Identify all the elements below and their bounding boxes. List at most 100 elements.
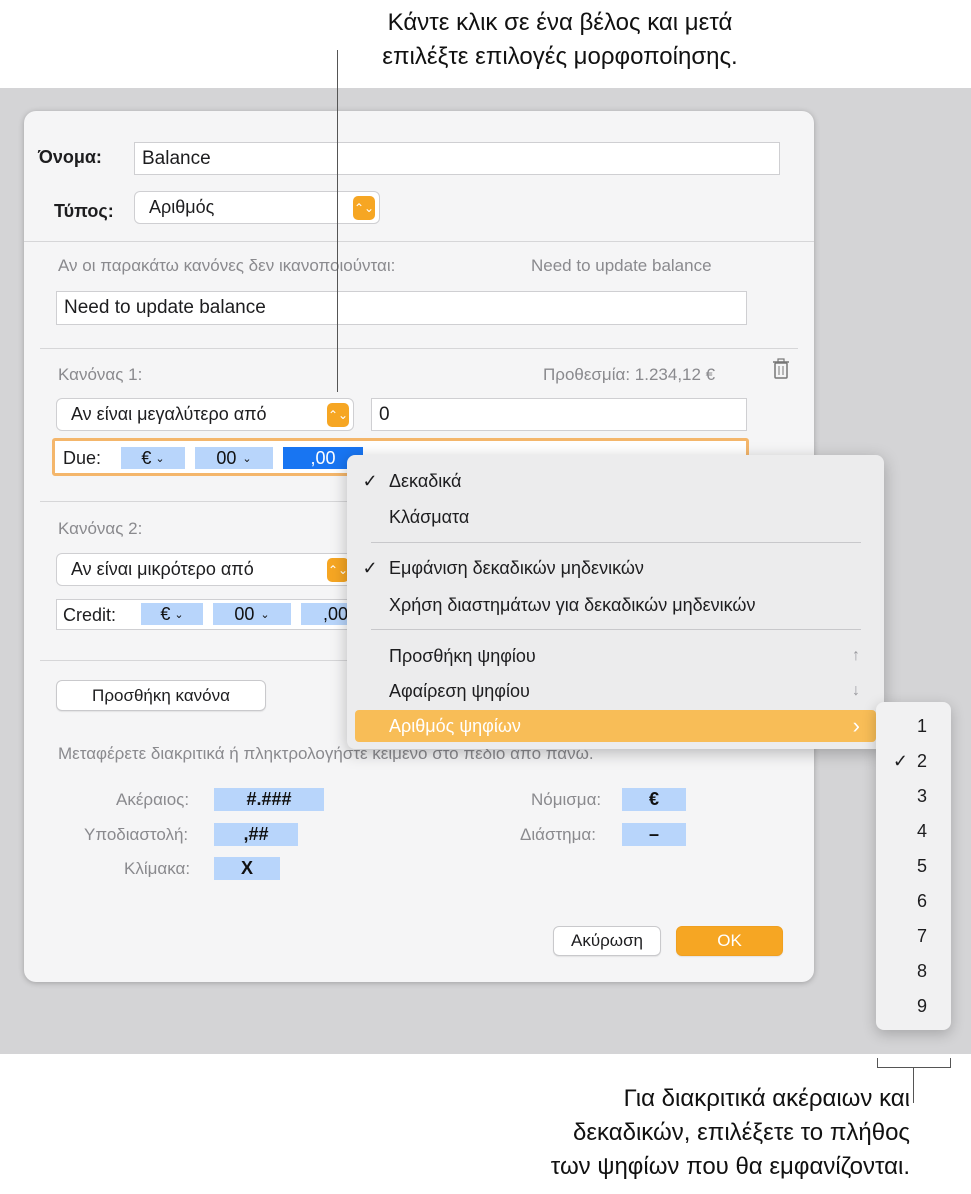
menu-separator xyxy=(371,542,861,543)
menu-item-add-digit[interactable]: Προσθήκη ψηφίου ↑ xyxy=(347,640,884,672)
submenu-item-1[interactable]: 1 xyxy=(876,709,951,743)
rule1-condition-popup[interactable]: Αν είναι μεγαλύτερο από ⌃⌄ xyxy=(56,398,354,431)
menu-item-label: Δεκαδικά xyxy=(389,470,462,491)
submenu-item-4[interactable]: 4 xyxy=(876,814,951,848)
integer-legend-label: Ακέραιος: xyxy=(116,790,190,809)
integer-legend-token[interactable]: #.### xyxy=(214,788,324,811)
callout-bottom-line2: δεκαδικών, επιλέξετε το πλήθος xyxy=(572,1119,910,1146)
checkmark-icon: ✓ xyxy=(362,470,378,491)
unmet-preview: Need to update balance xyxy=(531,256,712,275)
submenu-item-label: 6 xyxy=(916,890,927,911)
submenu-item-3[interactable]: 3 xyxy=(876,779,951,813)
rule1-value-field[interactable]: 0 xyxy=(371,398,747,431)
format-options-menu: ✓ Δεκαδικά Κλάσματα ✓ Εμφάνιση δεκαδικών… xyxy=(347,455,884,749)
callout-top-line2: επιλέξτε επιλογές μορφοποίησης. xyxy=(382,43,738,70)
checkmark-icon: ✓ xyxy=(892,750,908,771)
menu-item-use-spaces[interactable]: Χρήση διαστημάτων για δεκαδικών μηδενικώ… xyxy=(347,589,884,621)
stepper-icon: ⌃⌄ xyxy=(353,196,375,220)
callout-bracket xyxy=(877,1058,878,1067)
rule1-condition-value: Αν είναι μεγαλύτερο από xyxy=(71,404,267,424)
submenu-item-label: 1 xyxy=(916,715,927,736)
rule1-preview: Προθεσμία: 1.234,12 € xyxy=(543,365,716,384)
callout-bottom: Για διακριτικά ακέραιων και δεκαδικών, ε… xyxy=(440,1082,910,1184)
chevron-right-icon: › xyxy=(852,713,860,738)
rule2-label: Κανόνας 2: xyxy=(58,519,143,538)
token-label: 00 xyxy=(234,603,255,624)
submenu-item-8[interactable]: 8 xyxy=(876,954,951,988)
menu-item-label: Προσθήκη ψηφίου xyxy=(389,645,536,666)
rule2-format-prefix: Credit: xyxy=(63,605,117,625)
menu-item-digit-count[interactable]: Αριθμός ψηφίων › xyxy=(355,710,876,742)
stepper-icon: ⌃⌄ xyxy=(327,403,349,427)
callout-bottom-line1: Για διακριτικά ακέραιων και xyxy=(623,1085,910,1112)
decimal-legend-token[interactable]: ,## xyxy=(214,823,298,846)
type-popup-value: Αριθμός xyxy=(149,197,215,217)
menu-item-fractions[interactable]: Κλάσματα xyxy=(347,501,884,533)
currency-token[interactable]: € ⌄ xyxy=(141,603,203,625)
scale-legend-label: Κλίμακα: xyxy=(124,859,191,878)
divider xyxy=(40,348,798,349)
decimal-token[interactable]: ,00 xyxy=(301,603,353,625)
rule1-format-prefix: Due: xyxy=(63,448,102,468)
submenu-item-5[interactable]: 5 xyxy=(876,849,951,883)
submenu-item-label: 7 xyxy=(916,925,927,946)
digit-count-submenu: 1 ✓ 2 3 4 5 6 7 8 9 xyxy=(876,702,951,1030)
integer-token[interactable]: 00 ⌄ xyxy=(213,603,291,625)
submenu-item-label: 2 xyxy=(916,750,927,771)
integer-token[interactable]: 00 ⌄ xyxy=(195,447,273,469)
submenu-item-label: 4 xyxy=(916,820,927,841)
currency-token[interactable]: € ⌄ xyxy=(121,447,185,469)
chevron-down-icon: ⌄ xyxy=(260,608,270,621)
currency-legend-token[interactable]: € xyxy=(622,788,686,811)
divider xyxy=(40,660,350,661)
submenu-item-label: 8 xyxy=(916,960,927,981)
rule1-label: Κανόνας 1: xyxy=(58,365,143,384)
rule2-format-field[interactable]: Credit: € ⌄ 00 ⌄ ,00 xyxy=(56,599,354,630)
divider xyxy=(24,241,814,242)
submenu-item-2[interactable]: ✓ 2 xyxy=(876,744,951,778)
ok-button[interactable]: OK xyxy=(676,926,783,956)
rule2-condition-value: Αν είναι μικρότερο από xyxy=(71,559,254,579)
name-label: Όνομα: xyxy=(38,147,102,167)
divider xyxy=(40,501,350,502)
arrow-up-icon: ↑ xyxy=(852,647,860,664)
cancel-button[interactable]: Ακύρωση xyxy=(553,926,661,956)
menu-item-label: Αριθμός ψηφίων xyxy=(389,715,521,736)
currency-legend-label: Νόμισμα: xyxy=(531,790,602,809)
trash-icon[interactable] xyxy=(770,357,792,381)
chevron-down-icon: ⌄ xyxy=(155,452,165,465)
token-label: € xyxy=(160,603,171,624)
menu-item-label: Αφαίρεση ψηφίου xyxy=(389,680,530,701)
submenu-item-label: 5 xyxy=(916,855,927,876)
unmet-text-field[interactable]: Need to update balance xyxy=(56,291,747,325)
unmet-label: Αν οι παρακάτω κανόνες δεν ικανοποιούντα… xyxy=(58,256,396,275)
submenu-item-9[interactable]: 9 xyxy=(876,989,951,1023)
menu-item-remove-digit[interactable]: Αφαίρεση ψηφίου ↓ xyxy=(347,675,884,707)
callout-leader-line xyxy=(913,1067,914,1103)
submenu-item-6[interactable]: 6 xyxy=(876,884,951,918)
stepper-icon: ⌃⌄ xyxy=(327,558,349,582)
menu-item-label: Εμφάνιση δεκαδικών μηδενικών xyxy=(389,557,644,578)
menu-item-decimals[interactable]: ✓ Δεκαδικά xyxy=(347,465,884,497)
callout-top-line1: Κάντε κλικ σε ένα βέλος και μετά xyxy=(387,9,733,36)
space-legend-token[interactable]: – xyxy=(622,823,686,846)
callout-bracket xyxy=(877,1067,951,1068)
decimal-legend-label: Υποδιαστολή: xyxy=(84,825,189,844)
callout-top: Κάντε κλικ σε ένα βέλος και μετά επιλέξτ… xyxy=(300,6,820,74)
submenu-item-7[interactable]: 7 xyxy=(876,919,951,953)
type-popup[interactable]: Αριθμός ⌃⌄ xyxy=(134,191,380,224)
menu-item-show-trailing-zeros[interactable]: ✓ Εμφάνιση δεκαδικών μηδενικών xyxy=(347,552,884,584)
type-label: Τύπος: xyxy=(54,201,114,221)
chevron-down-icon: ⌄ xyxy=(242,452,252,465)
token-label: ,00 xyxy=(323,603,349,624)
name-field[interactable]: Balance xyxy=(134,142,780,175)
callout-bracket xyxy=(950,1058,951,1067)
menu-separator xyxy=(371,629,861,630)
rule2-condition-popup[interactable]: Αν είναι μικρότερο από ⌃⌄ xyxy=(56,553,354,586)
scale-legend-token[interactable]: X xyxy=(214,857,280,880)
submenu-item-label: 3 xyxy=(916,785,927,806)
chevron-down-icon: ⌄ xyxy=(174,608,184,621)
checkmark-icon: ✓ xyxy=(362,557,378,578)
add-rule-button[interactable]: Προσθήκη κανόνα xyxy=(56,680,266,711)
token-label: 00 xyxy=(216,447,237,468)
